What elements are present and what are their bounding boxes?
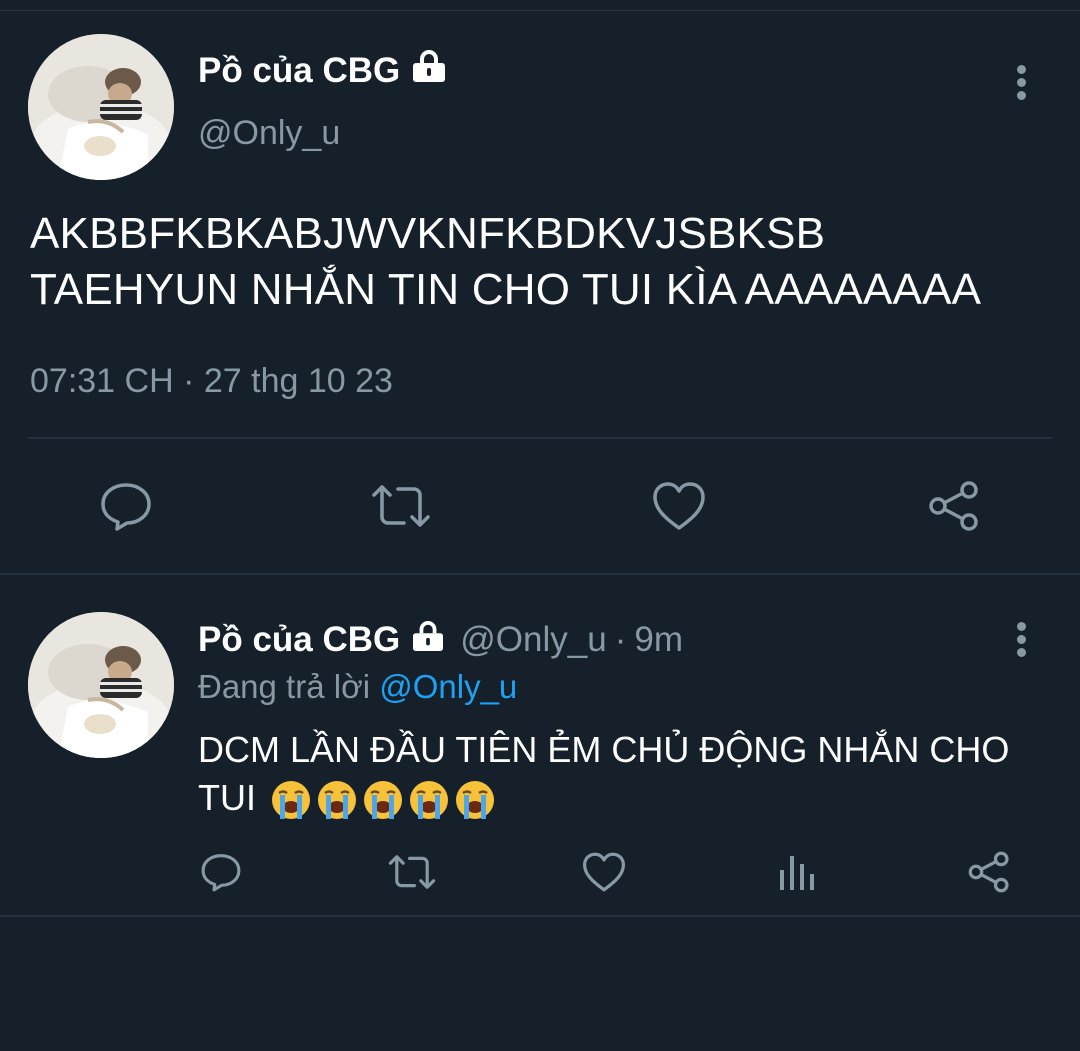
avatar-photo: [28, 34, 174, 180]
tweet-detail-screen: Pồ của CBG @Only_u AKBBFKBKABJWVKNFKBDKV…: [0, 0, 1080, 1051]
display-name-text[interactable]: Pồ của CBG: [198, 51, 400, 91]
loudly-crying-face-icon: [456, 781, 495, 820]
reply-display-name[interactable]: Pồ của CBG: [198, 620, 400, 660]
share-icon: [968, 851, 1009, 893]
tweet-date: 27 thg 10 23: [203, 362, 393, 400]
tweet-text-line-2: TAEHYUN NHẮN TIN CHO TUI KÌA AAAAAAAA: [30, 265, 982, 314]
loudly-crying-face-icon: [410, 781, 449, 820]
like-icon: [583, 852, 625, 892]
meta-separator: ·: [183, 362, 195, 400]
tweet-time: 07:31 CH: [30, 362, 174, 400]
section-divider: [0, 573, 1080, 575]
display-name[interactable]: Pồ của CBG: [198, 50, 448, 91]
reply-header: Pồ của CBG @Only_u · 9m: [198, 620, 683, 660]
more-options-icon[interactable]: [1015, 622, 1027, 661]
tweet-text-line-1: AKBBFKBKABJWVKNFKBDKVJSBKSB: [30, 209, 826, 258]
reply-handle[interactable]: @Only_u: [460, 620, 606, 660]
lock-icon: [410, 50, 448, 91]
avatar[interactable]: [28, 34, 174, 180]
retweet-button[interactable]: [370, 478, 432, 534]
reply-avatar[interactable]: [28, 612, 174, 758]
reply-button[interactable]: [98, 478, 154, 534]
reply-icon: [201, 854, 241, 892]
loudly-crying-face-icon: [318, 781, 357, 820]
retweet-icon: [388, 855, 436, 889]
retweet-button[interactable]: [386, 850, 438, 894]
replying-to-label: Đang trả lời: [198, 668, 371, 705]
share-icon: [929, 481, 978, 531]
loudly-crying-face-icon: [272, 781, 311, 820]
lock-icon: [410, 620, 446, 660]
avatar-photo: [28, 612, 174, 758]
share-button[interactable]: [966, 850, 1012, 894]
reply-icon: [101, 483, 151, 531]
like-icon: [653, 482, 705, 530]
handle[interactable]: @Only_u: [198, 114, 340, 153]
like-button[interactable]: [580, 850, 628, 894]
replying-to-mention[interactable]: @Only_u: [379, 668, 517, 705]
tweet-text: AKBBFKBKABJWVKNFKBDKVJSBKSB TAEHYUN NHẮN…: [30, 206, 1075, 318]
divider: [28, 437, 1052, 439]
replying-to: Đang trả lời @Only_u: [198, 668, 517, 706]
reply-text: DCM LẦN ĐẦU TIÊN ẺM CHỦ ĐỘNG NHẮN CHO TU…: [198, 726, 1068, 822]
reply-separator: ·: [614, 620, 627, 659]
bottom-divider: [0, 915, 1080, 917]
loudly-crying-face-icon: [364, 781, 403, 820]
retweet-icon: [372, 485, 430, 527]
reply-button[interactable]: [198, 850, 244, 894]
top-divider: [0, 10, 1080, 11]
more-options-icon[interactable]: [1015, 65, 1027, 104]
share-button[interactable]: [926, 478, 982, 534]
analytics-icon: [780, 856, 814, 890]
emoji-row: [270, 779, 500, 821]
like-button[interactable]: [650, 478, 708, 534]
analytics-button[interactable]: [774, 850, 818, 894]
tweet-timestamp[interactable]: 07:31 CH · 27 thg 10 23: [30, 362, 393, 401]
reply-time: 9m: [634, 620, 683, 659]
